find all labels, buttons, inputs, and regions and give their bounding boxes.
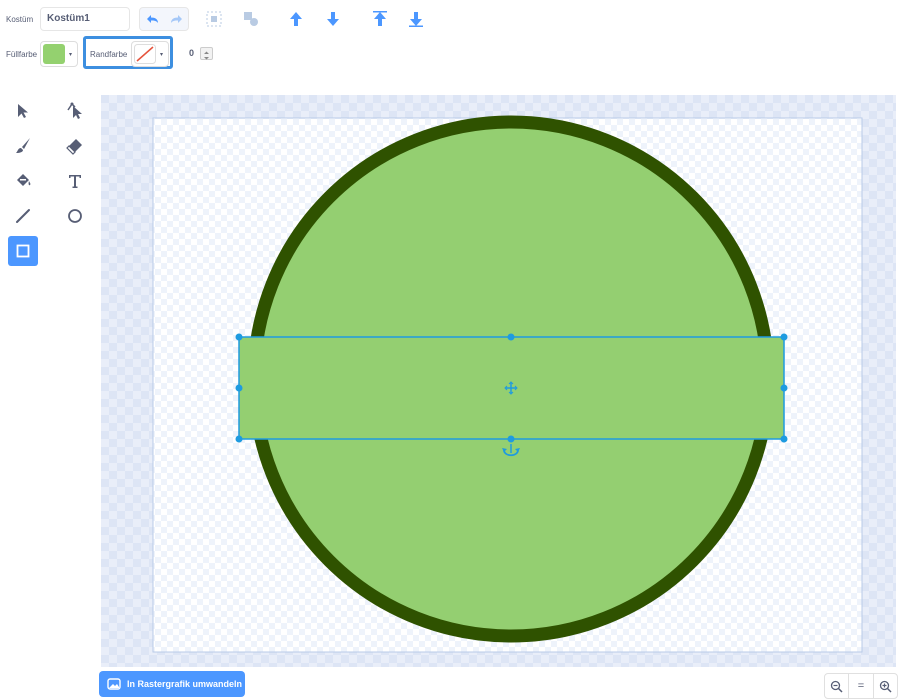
group-icon (206, 11, 222, 27)
convert-to-bitmap-button[interactable]: In Rastergrafik umwandeln (99, 671, 245, 697)
fill-dropdown-icon: ▾ (69, 51, 73, 58)
zoom-out-icon (831, 680, 843, 693)
reshape-tool[interactable] (60, 96, 90, 126)
text-icon (69, 175, 81, 188)
rectangle-tool[interactable] (8, 236, 38, 266)
circle-tool[interactable] (60, 201, 90, 231)
costume-name-value: Kostüm1 (47, 13, 90, 24)
backward-icon (327, 12, 339, 26)
paint-canvas[interactable] (101, 95, 896, 667)
outline-color-picker[interactable]: ▾ (131, 41, 169, 67)
ungroup-button[interactable] (241, 9, 261, 29)
handle-top-right[interactable] (780, 333, 788, 341)
zoom-controls: = (824, 673, 898, 699)
handle-top[interactable] (507, 333, 515, 341)
select-tool[interactable] (8, 96, 38, 126)
arrow-cursor-icon (18, 104, 28, 118)
no-color-icon (134, 44, 156, 64)
ungroup-icon (244, 12, 258, 26)
back-button[interactable] (406, 9, 426, 29)
redo-icon (170, 15, 182, 23)
convert-button-label: In Rastergrafik umwandeln (127, 679, 243, 689)
eraser-icon (66, 139, 82, 155)
group-button[interactable] (204, 9, 224, 29)
handle-bottom-left[interactable] (235, 435, 243, 443)
outline-color-label: Randfarbe (90, 50, 128, 59)
fill-tool[interactable] (8, 166, 38, 196)
reshape-icon (67, 102, 82, 119)
stepper-icon (204, 51, 209, 60)
handle-left[interactable] (235, 384, 243, 392)
line-tool[interactable] (8, 201, 38, 231)
costume-label: Kostüm (6, 15, 34, 24)
forward-icon (290, 12, 302, 26)
undo-icon (146, 15, 158, 23)
handle-bottom-right[interactable] (780, 435, 788, 443)
paint-bucket-icon (17, 174, 31, 186)
zoom-out-button[interactable] (825, 674, 850, 698)
fill-color-picker[interactable]: ▾ (40, 41, 78, 67)
fill-color-label: Füllfarbe (6, 50, 38, 59)
line-icon (16, 209, 30, 223)
text-tool[interactable] (60, 166, 90, 196)
front-button[interactable] (370, 9, 390, 29)
paint-canvas-area[interactable] (101, 95, 896, 667)
undo-redo-group (139, 7, 189, 31)
outline-dropdown-icon: ▾ (160, 51, 164, 58)
rectangle-icon (16, 244, 30, 258)
handle-bottom[interactable] (507, 435, 515, 443)
handle-top-left[interactable] (235, 333, 243, 341)
brush-tool[interactable] (8, 131, 38, 161)
front-icon (373, 11, 387, 26)
zoom-reset-button[interactable]: = (849, 674, 874, 698)
circle-icon (68, 209, 82, 223)
costume-name-field[interactable]: Kostüm1 (40, 7, 130, 31)
undo-button[interactable] (140, 8, 164, 30)
zoom-in-button[interactable] (874, 674, 897, 698)
redo-button[interactable] (164, 8, 188, 30)
eraser-tool[interactable] (60, 131, 90, 161)
outline-width-stepper[interactable] (200, 47, 213, 60)
zoom-in-icon (879, 680, 892, 693)
forward-button[interactable] (286, 9, 306, 29)
fill-color-swatch (43, 44, 65, 64)
handle-right[interactable] (780, 384, 788, 392)
backward-button[interactable] (323, 9, 343, 29)
outline-width-value[interactable]: 0 (189, 48, 194, 58)
brush-icon (16, 138, 30, 153)
bitmap-icon (107, 678, 121, 690)
back-icon (409, 12, 423, 27)
